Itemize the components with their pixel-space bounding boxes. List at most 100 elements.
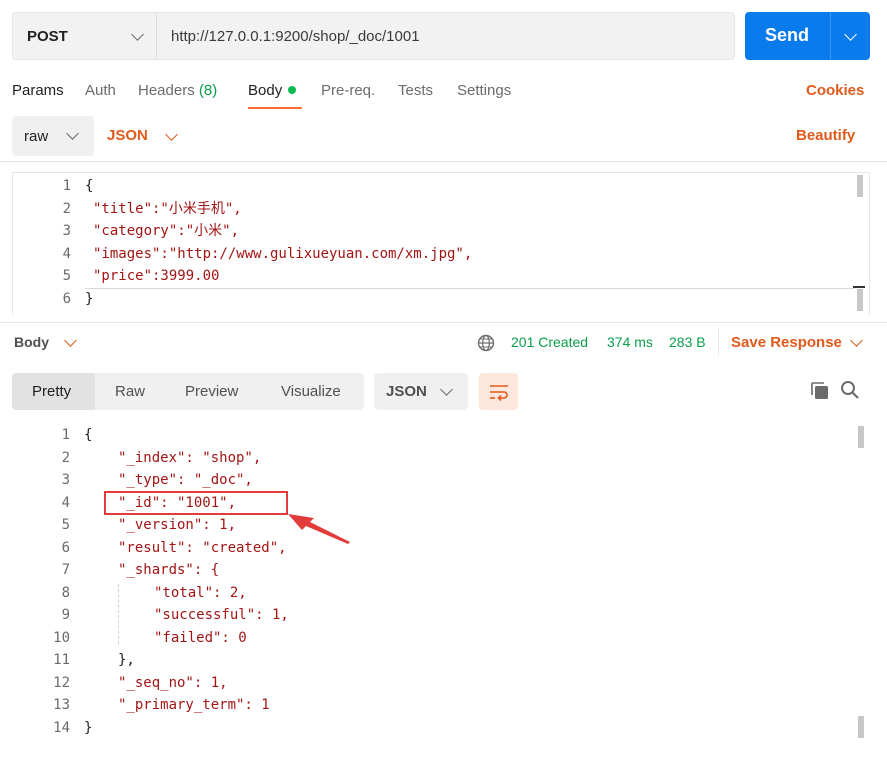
code-line: { (85, 178, 94, 194)
viewer-scrollbar[interactable] (858, 426, 864, 448)
code-line: "failed": 0 (154, 629, 247, 646)
line-number: 3 (61, 472, 70, 488)
request-code: { "title":"小米手机", "category":"小米", "imag… (85, 175, 472, 310)
divider (0, 161, 887, 162)
response-code: { "_index": "shop", "_type": "_doc", "_i… (84, 424, 289, 739)
copy-icon[interactable] (810, 381, 830, 401)
response-body-label: Body (14, 334, 49, 350)
code-line: "_type": "_doc", (118, 472, 253, 488)
chevron-down-icon[interactable] (850, 334, 863, 347)
body-format-select[interactable]: JSON (107, 127, 178, 145)
code-line: "_primary_term": 1 (118, 697, 270, 713)
line-number: 6 (62, 290, 71, 307)
indent-guide (118, 584, 120, 644)
line-number: 1 (61, 427, 70, 443)
tab-tests[interactable]: Tests (398, 82, 433, 99)
line-number: 5 (62, 268, 71, 284)
response-format-select[interactable]: JSON (374, 373, 468, 410)
send-options-chevron-icon[interactable] (844, 28, 857, 41)
chevron-down-icon (131, 28, 144, 41)
status-code[interactable]: 201 Created (511, 334, 588, 350)
url-text: http://127.0.0.1:9200/shop/_doc/1001 (171, 28, 420, 45)
line-number: 8 (61, 584, 70, 601)
response-format-label: JSON (386, 383, 427, 400)
line-number: 3 (62, 223, 71, 239)
search-icon[interactable] (840, 380, 860, 400)
chevron-down-icon[interactable] (64, 334, 77, 347)
line-number: 11 (53, 652, 70, 668)
body-mode-select[interactable]: raw (12, 116, 94, 156)
request-line-numbers: 1 2 3 4 5 6 (13, 175, 71, 310)
view-pretty[interactable]: Pretty (32, 383, 71, 400)
line-number: 10 (53, 629, 70, 646)
response-view-tabs: Pretty Raw Preview Visualize (12, 373, 364, 410)
save-response-button[interactable]: Save Response (731, 334, 842, 351)
response-body-toggle[interactable]: Body (14, 334, 49, 350)
send-divider (830, 12, 831, 60)
body-format-label: JSON (107, 127, 148, 144)
tab-prereq[interactable]: Pre-req. (321, 82, 375, 99)
response-time[interactable]: 374 ms (607, 334, 653, 350)
code-line: "total": 2, (154, 584, 247, 601)
line-number: 5 (61, 517, 70, 533)
view-raw[interactable]: Raw (115, 383, 145, 400)
cookies-link[interactable]: Cookies (806, 82, 864, 99)
tab-body[interactable]: Body (248, 82, 297, 99)
line-number: 2 (62, 200, 71, 217)
line-number: 12 (53, 674, 70, 691)
scroll-end-marker (853, 286, 865, 288)
method-label: POST (27, 28, 68, 45)
divider (718, 328, 719, 356)
code-line: "_index": "shop", (118, 449, 262, 466)
beautify-button[interactable]: Beautify (796, 127, 855, 144)
globe-icon[interactable] (477, 334, 495, 352)
active-tab-indicator (248, 107, 302, 109)
code-line: } (85, 290, 94, 307)
body-active-dot-icon (288, 86, 297, 94)
code-line: "images":"http://www.gulixueyuan.com/xm.… (93, 245, 473, 262)
view-preview[interactable]: Preview (185, 383, 238, 400)
chevron-down-icon (66, 127, 79, 140)
code-line: "_version": 1, (118, 517, 237, 533)
divider (0, 322, 887, 323)
tab-headers[interactable]: Headers (8) (138, 82, 217, 99)
code-line: { (84, 427, 93, 443)
tab-auth[interactable]: Auth (85, 82, 116, 99)
code-line: "_shards": { (118, 562, 220, 578)
highlight-box (104, 491, 288, 515)
tab-body-label: Body (248, 82, 283, 99)
headers-count: (8) (198, 82, 218, 99)
line-number: 4 (62, 245, 71, 262)
wrap-lines-button[interactable] (479, 373, 518, 410)
tab-params[interactable]: Params (12, 82, 64, 99)
tab-settings[interactable]: Settings (457, 82, 511, 99)
method-select[interactable]: POST (12, 12, 157, 60)
line-number: 2 (61, 449, 70, 466)
response-size[interactable]: 283 B (669, 334, 706, 350)
code-line: } (84, 719, 93, 736)
viewer-scrollbar-bottom[interactable] (858, 716, 864, 738)
wrap-icon (490, 385, 508, 402)
send-button[interactable]: Send (745, 12, 870, 60)
editor-scrollbar[interactable] (857, 175, 863, 197)
code-line: "result": "created", (118, 539, 287, 556)
view-visualize[interactable]: Visualize (281, 383, 341, 400)
line-number: 14 (53, 719, 70, 736)
request-body-editor[interactable]: 1 2 3 4 5 6 { "title":"小米手机", "category"… (12, 172, 870, 315)
annotation-arrow-icon (288, 514, 350, 544)
url-input[interactable]: http://127.0.0.1:9200/shop/_doc/1001 (156, 12, 735, 60)
response-line-numbers: 1 2 3 4 5 6 7 8 9 10 11 12 13 14 (12, 424, 70, 739)
code-line: }, (118, 652, 135, 668)
line-number: 6 (61, 539, 70, 556)
code-line: "price":3999.00 (93, 268, 220, 284)
code-line: "title":"小米手机", (93, 200, 242, 217)
cursor-line (85, 288, 855, 289)
body-mode-label: raw (24, 128, 49, 145)
code-line: "successful": 1, (154, 607, 289, 623)
editor-scrollbar-bottom[interactable] (857, 289, 863, 311)
line-number: 7 (61, 562, 70, 578)
tab-headers-label: Headers (138, 82, 195, 99)
response-body-viewer[interactable]: 1 2 3 4 5 6 7 8 9 10 11 12 13 14 { "_ind… (12, 424, 870, 757)
line-number: 4 (61, 494, 70, 511)
send-label: Send (765, 25, 810, 45)
